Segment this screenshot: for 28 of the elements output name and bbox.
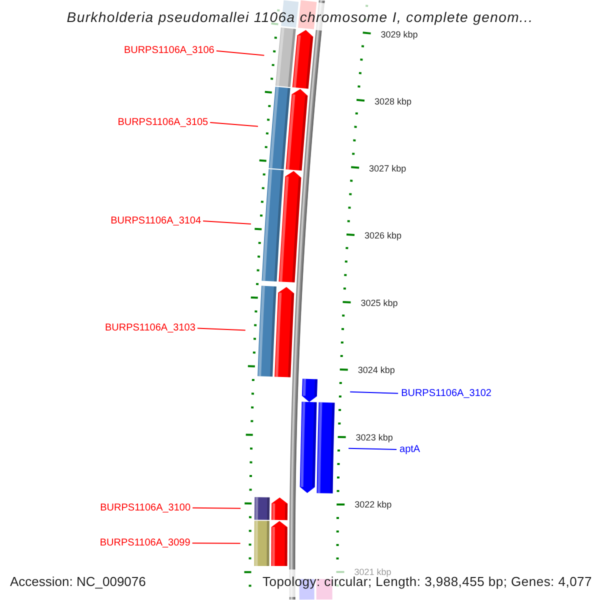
- scale-label: 3028 kbp: [374, 96, 412, 106]
- leader-line: [210, 122, 258, 127]
- scale-label: 3021 kbp: [354, 566, 392, 577]
- gene-label: BURPS1106A_3102: [401, 388, 492, 399]
- gene-label: BURPS1106A_3100: [100, 502, 191, 514]
- leader-line: [196, 328, 246, 331]
- gene-label: BURPS1106A_3105: [118, 116, 208, 128]
- leader-line: [348, 448, 398, 450]
- gene-label: BURPS1106A_3106: [124, 45, 214, 56]
- leader-line: [192, 542, 241, 544]
- scale-label: 3025 kbp: [360, 298, 398, 308]
- gene-label: BURPS1106A_3103: [104, 322, 196, 334]
- scale-label: 3026 kbp: [364, 230, 402, 241]
- scale-label: 3023 kbp: [356, 432, 393, 442]
- accession-text: Accession: NC_009076: [10, 575, 146, 589]
- gene-label: BURPS1106A_3099: [100, 538, 190, 549]
- map-title: Burkholderia pseudomallei 1106a chromosome I, complete genom...: [66, 11, 534, 24]
- genome-summary-text: Topology: circular; Length: 3,988,455 bp; Genes: 4,077: [262, 575, 592, 589]
- leader-line: [350, 391, 399, 394]
- leader-line: [202, 220, 252, 225]
- scale-label: 3022 kbp: [354, 500, 392, 510]
- scale-label: 3024 kbp: [358, 365, 395, 376]
- leader-line: [216, 50, 265, 56]
- scale-label: 3029 kbp: [380, 29, 418, 40]
- leader-line: [192, 507, 242, 509]
- gene-label: aptA: [400, 444, 420, 455]
- scale-label: 3027 kbp: [369, 164, 406, 174]
- gene-label: BURPS1106A_3104: [110, 215, 202, 226]
